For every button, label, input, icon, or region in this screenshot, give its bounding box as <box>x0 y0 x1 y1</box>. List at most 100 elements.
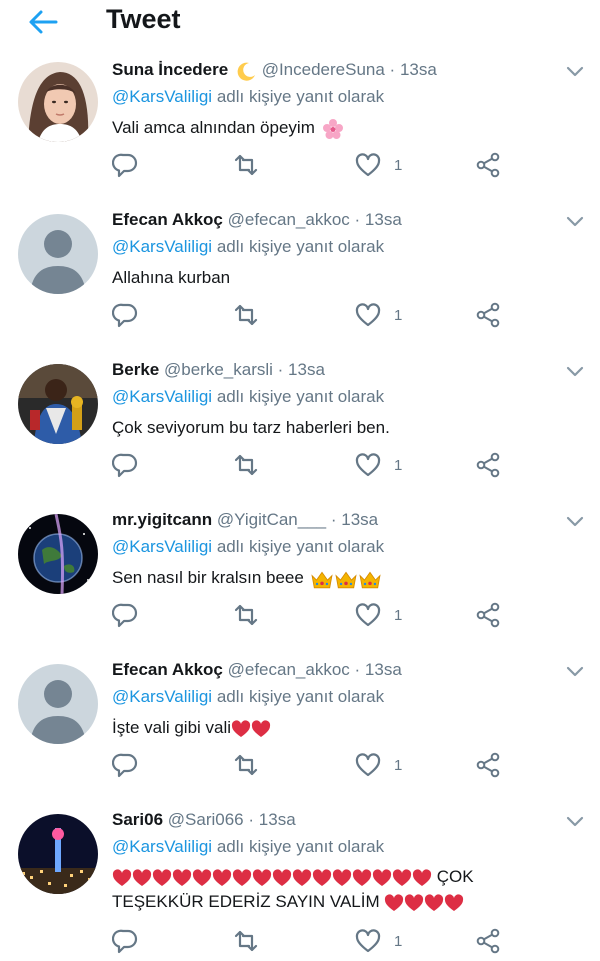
reply-mention-link[interactable]: @KarsValiligi <box>112 237 212 256</box>
like-count: 1 <box>394 756 403 774</box>
like-button[interactable]: 1 <box>354 451 402 479</box>
tweet-actions: 1 <box>112 601 512 631</box>
red-heart-emoji <box>385 893 404 911</box>
user-name[interactable]: Suna İncedere <box>112 60 228 79</box>
avatar[interactable] <box>18 514 98 594</box>
share-button[interactable] <box>475 151 501 179</box>
reply-context: @KarsValiligi adlı kişiye yanıt olarak <box>112 387 384 407</box>
red-heart-emoji <box>332 868 352 886</box>
avatar[interactable] <box>18 214 98 294</box>
share-icon <box>476 302 500 328</box>
retweet-button[interactable] <box>232 451 260 479</box>
retweet-button[interactable] <box>232 927 260 955</box>
chevron-down-icon[interactable] <box>566 666 584 678</box>
back-button[interactable] <box>26 8 60 36</box>
chevron-down-icon[interactable] <box>566 816 584 828</box>
share-button[interactable] <box>475 927 501 955</box>
reply-button[interactable] <box>112 151 140 179</box>
reply-suffix: adlı kişiye yanıt olarak <box>216 537 385 556</box>
retweet-button[interactable] <box>232 151 260 179</box>
share-button[interactable] <box>475 451 501 479</box>
red-heart-emoji <box>112 868 132 886</box>
avatar[interactable] <box>18 814 98 894</box>
like-button[interactable]: 1 <box>354 927 402 955</box>
reply-button[interactable] <box>112 751 140 779</box>
reply-button[interactable] <box>112 601 140 629</box>
user-handle[interactable]: @berke_karsli <box>164 360 273 379</box>
tweet-header: Suna İncedere @IncedereSuna · 13sa <box>112 60 437 81</box>
share-icon <box>476 928 500 954</box>
reply-mention-link[interactable]: @KarsValiligi <box>112 87 212 106</box>
avatar[interactable] <box>18 364 98 444</box>
separator-dot: · <box>354 660 361 679</box>
user-handle[interactable]: @efecan_akkoc <box>228 210 350 229</box>
retweet-icon <box>234 154 258 176</box>
reply-icon <box>112 929 138 954</box>
retweet-button[interactable] <box>232 751 260 779</box>
tweet-item[interactable]: Berke @berke_karsli · 13sa @KarsValiligi… <box>0 345 600 496</box>
tweet-item[interactable]: Efecan Akkoç @efecan_akkoc · 13sa @KarsV… <box>0 195 600 346</box>
share-button[interactable] <box>475 751 501 779</box>
chevron-down-icon[interactable] <box>566 366 584 378</box>
reply-icon <box>112 303 138 328</box>
heart-icon <box>355 453 381 477</box>
retweet-button[interactable] <box>232 601 260 629</box>
reply-button[interactable] <box>112 927 140 955</box>
avatar[interactable] <box>18 62 98 142</box>
timestamp[interactable]: 13sa <box>288 360 325 379</box>
heart-icon <box>355 753 381 777</box>
like-button[interactable]: 1 <box>354 301 402 329</box>
tweet-item[interactable]: mr.yigitcann @YigitCan___ · 13sa @KarsVa… <box>0 495 600 646</box>
reply-mention-link[interactable]: @KarsValiligi <box>112 537 212 556</box>
crown-emoji <box>359 571 381 588</box>
reply-mention-link[interactable]: @KarsValiligi <box>112 837 212 856</box>
tweet-item[interactable]: Efecan Akkoç @efecan_akkoc · 13sa @KarsV… <box>0 645 600 796</box>
tweet-actions: 1 <box>112 451 512 481</box>
reply-context: @KarsValiligi adlı kişiye yanıt olarak <box>112 237 384 257</box>
user-handle[interactable]: @Sari066 <box>168 810 244 829</box>
cherry-blossom-emoji <box>322 118 343 139</box>
red-heart-emoji <box>272 868 292 886</box>
reply-button[interactable] <box>112 301 140 329</box>
timestamp[interactable]: 13sa <box>365 210 402 229</box>
timestamp[interactable]: 13sa <box>259 810 296 829</box>
share-button[interactable] <box>475 601 501 629</box>
reply-mention-link[interactable]: @KarsValiligi <box>112 687 212 706</box>
reply-mention-link[interactable]: @KarsValiligi <box>112 387 212 406</box>
reply-button[interactable] <box>112 451 140 479</box>
tweet-item[interactable]: Sari06 @Sari066 · 13sa @KarsValiligi adl… <box>0 795 600 961</box>
tweet-header: mr.yigitcann @YigitCan___ · 13sa <box>112 510 378 530</box>
like-count: 1 <box>394 606 403 624</box>
tweet-header: Efecan Akkoç @efecan_akkoc · 13sa <box>112 210 402 230</box>
avatar[interactable] <box>18 664 98 744</box>
user-name[interactable]: Efecan Akkoç <box>112 210 223 229</box>
chevron-down-icon[interactable] <box>566 66 584 78</box>
user-handle[interactable]: @efecan_akkoc <box>228 660 350 679</box>
retweet-button[interactable] <box>232 301 260 329</box>
user-name[interactable]: Efecan Akkoç <box>112 660 223 679</box>
user-handle[interactable]: @IncedereSuna <box>262 60 385 79</box>
tweet-text: ÇOK TEŞEKKÜR EDERİZ SAYIN VALİM <box>112 864 572 914</box>
like-button[interactable]: 1 <box>354 751 402 779</box>
user-name[interactable]: Berke <box>112 360 159 379</box>
chevron-down-icon[interactable] <box>566 216 584 228</box>
reply-context: @KarsValiligi adlı kişiye yanıt olarak <box>112 87 384 107</box>
retweet-icon <box>234 454 258 476</box>
like-button[interactable]: 1 <box>354 601 402 629</box>
user-name[interactable]: Sari06 <box>112 810 163 829</box>
user-name[interactable]: mr.yigitcann <box>112 510 212 529</box>
red-heart-emoji <box>445 893 464 911</box>
reply-suffix: adlı kişiye yanıt olarak <box>216 87 385 106</box>
reply-suffix: adlı kişiye yanıt olarak <box>216 387 385 406</box>
tweet-item[interactable]: Suna İncedere @IncedereSuna · 13sa @Kars… <box>0 58 600 196</box>
retweet-icon <box>234 604 258 626</box>
user-handle[interactable]: @YigitCan___ <box>217 510 326 529</box>
chevron-down-icon[interactable] <box>566 516 584 528</box>
timestamp[interactable]: 13sa <box>365 660 402 679</box>
like-button[interactable]: 1 <box>354 151 402 179</box>
timestamp[interactable]: 13sa <box>400 60 437 79</box>
share-button[interactable] <box>475 301 501 329</box>
tweet-text: Allahına kurban <box>112 265 572 290</box>
tweet-actions: 1 <box>112 927 512 957</box>
timestamp[interactable]: 13sa <box>341 510 378 529</box>
